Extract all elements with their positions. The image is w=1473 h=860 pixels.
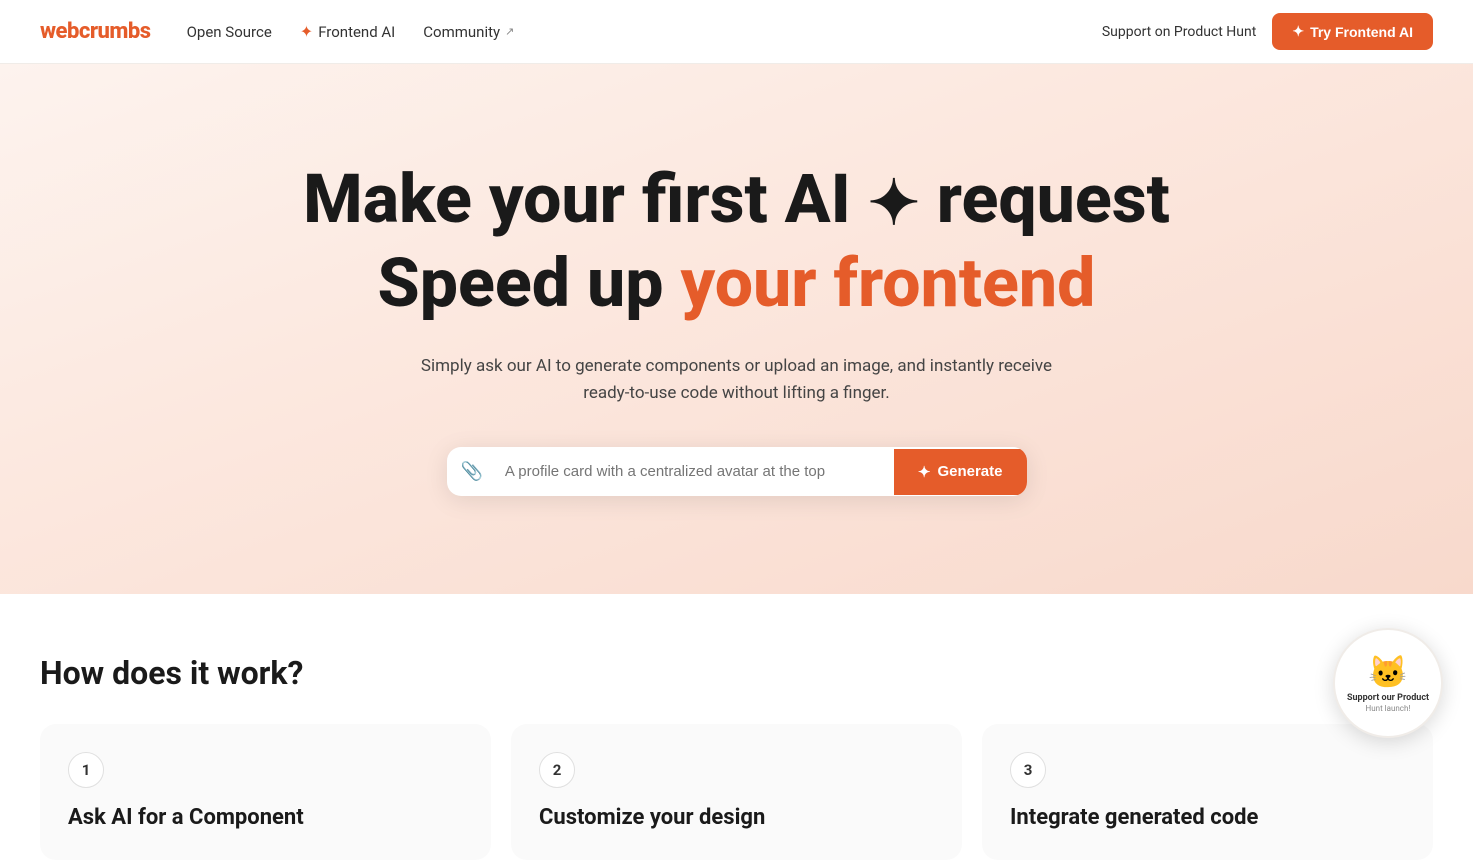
- navbar: webcrumbs Open Source ✦ Frontend AI Comm…: [0, 0, 1473, 64]
- open-source-label: Open Source: [187, 23, 272, 41]
- step-card-2: 2 Customize your design: [511, 724, 962, 860]
- hero-description: Simply ask our AI to generate components…: [417, 353, 1057, 407]
- hero-title-line2: Speed up your frontend: [378, 246, 1096, 321]
- hero-line2-part1: Speed up: [378, 243, 664, 323]
- hero-title-line1: Make your first AI ✦ request: [303, 162, 1170, 238]
- prompt-box: 📎 ✦ Generate: [447, 447, 1027, 496]
- support-link[interactable]: Support on Product Hunt: [1102, 24, 1257, 40]
- step-card-3: 3 Integrate generated code: [982, 724, 1433, 860]
- nav-links: Open Source ✦ Frontend AI Community ↗: [187, 22, 515, 41]
- try-sparkle-icon: ✦: [1292, 23, 1304, 40]
- nav-open-source[interactable]: Open Source: [187, 23, 272, 41]
- nav-left: webcrumbs Open Source ✦ Frontend AI Comm…: [40, 19, 514, 44]
- nav-right: Support on Product Hunt ✦ Try Frontend A…: [1102, 13, 1433, 50]
- step-number-3: 3: [1010, 752, 1046, 788]
- ph-cat-emoji: 🐱: [1368, 653, 1408, 691]
- ph-badge-text-line1: Support our Product: [1347, 693, 1429, 705]
- step-label-2: Customize your design: [539, 804, 934, 832]
- hero-section: Make your first AI ✦ request Speed up yo…: [0, 64, 1473, 594]
- external-link-icon: ↗: [505, 25, 514, 38]
- step-card-1: 1 Ask AI for a Component: [40, 724, 491, 860]
- frontend-ai-icon: ✦: [300, 22, 313, 41]
- try-button[interactable]: ✦ Try Frontend AI: [1272, 13, 1433, 50]
- try-label: Try Frontend AI: [1310, 24, 1413, 40]
- hero-line1-part1: Make your first AI: [303, 159, 851, 239]
- generate-button[interactable]: ✦ Generate: [894, 449, 1027, 495]
- community-label: Community: [423, 23, 500, 41]
- logo[interactable]: webcrumbs: [40, 19, 151, 44]
- step-label-3: Integrate generated code: [1010, 804, 1405, 832]
- frontend-ai-label: Frontend AI: [318, 23, 395, 41]
- attach-icon[interactable]: 📎: [447, 447, 497, 496]
- hero-sparkle-icon: ✦: [868, 170, 920, 238]
- steps-grid: 1 Ask AI for a Component 2 Customize you…: [40, 724, 1433, 860]
- step-number-1: 1: [68, 752, 104, 788]
- generate-sparkle-icon: ✦: [918, 463, 931, 481]
- nav-frontend-ai[interactable]: ✦ Frontend AI: [300, 22, 395, 41]
- nav-community[interactable]: Community ↗: [423, 23, 514, 41]
- step-number-2: 2: [539, 752, 575, 788]
- ph-badge-text-line2: Hunt launch!: [1366, 704, 1411, 713]
- hero-frontend-highlight: your frontend: [680, 243, 1095, 323]
- product-hunt-badge[interactable]: 🐱 Support our Product Hunt launch!: [1333, 628, 1443, 738]
- hero-line1-part2: request: [937, 159, 1170, 239]
- prompt-input[interactable]: [497, 449, 894, 494]
- how-section: How does it work? 1 Ask AI for a Compone…: [0, 594, 1473, 860]
- step-label-1: Ask AI for a Component: [68, 804, 463, 832]
- generate-label: Generate: [937, 463, 1002, 480]
- how-title: How does it work?: [40, 654, 1433, 692]
